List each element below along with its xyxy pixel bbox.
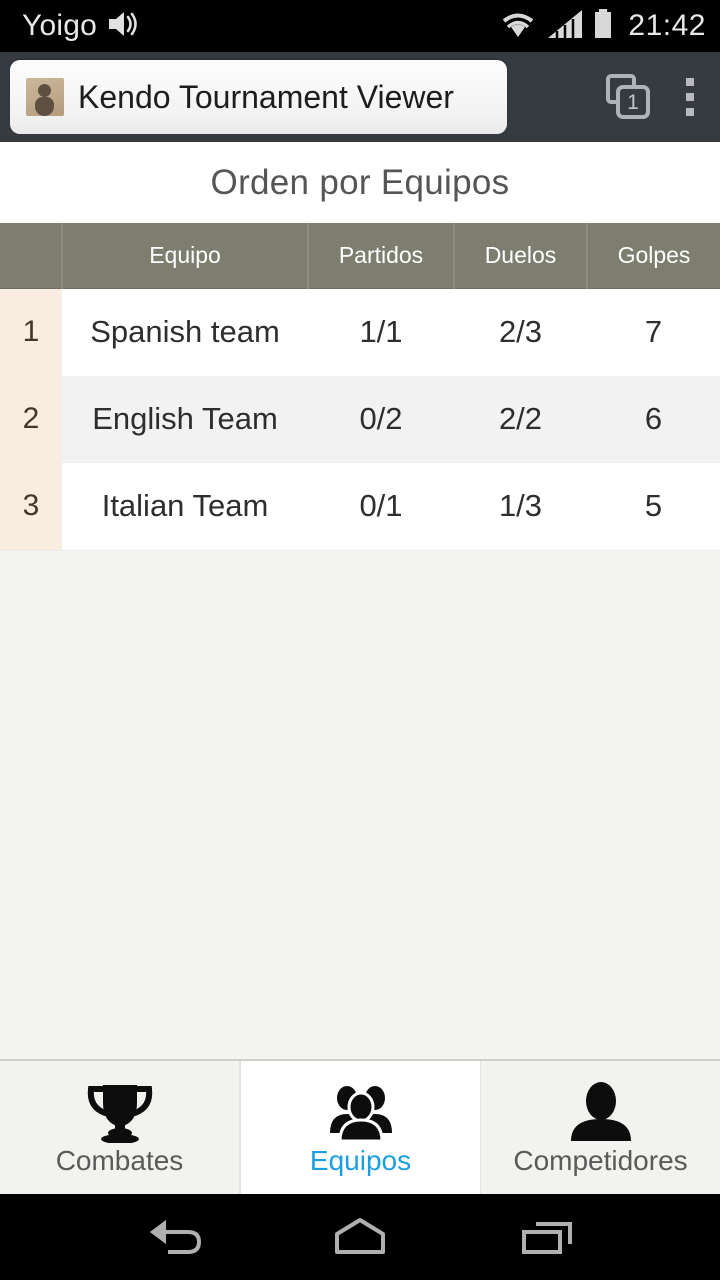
battery-icon <box>592 8 614 45</box>
table-body: 1Spanish team1/12/372English Team0/22/26… <box>0 288 720 550</box>
cell-matches: 1/1 <box>308 288 454 376</box>
cell-team: Italian Team <box>62 463 308 551</box>
status-bar-right: 21:42 <box>498 8 706 45</box>
cell-duels: 1/3 <box>454 463 587 551</box>
column-header-duels[interactable]: Duelos <box>454 223 587 288</box>
column-header-matches[interactable]: Partidos <box>308 223 454 288</box>
page-title: Orden por Equipos <box>211 163 510 203</box>
cell-team: Spanish team <box>62 288 308 376</box>
home-icon <box>329 1214 391 1260</box>
clock-label: 21:42 <box>628 9 706 43</box>
table-row[interactable]: 1Spanish team1/12/37 <box>0 288 720 376</box>
back-icon <box>142 1214 204 1260</box>
table-header-row: Equipo Partidos Duelos Golpes <box>0 223 720 288</box>
tab-count-label: 1 <box>616 85 650 119</box>
status-bar: Yoigo <box>0 0 720 52</box>
tabbar-item-equipos[interactable]: Equipos <box>240 1061 481 1194</box>
column-header-team[interactable]: Equipo <box>62 223 308 288</box>
trophy-icon <box>81 1081 159 1143</box>
recents-icon <box>516 1214 578 1260</box>
overflow-dot <box>686 78 694 86</box>
carrier-label: Yoigo <box>22 9 97 43</box>
overflow-dot <box>686 93 694 101</box>
web-viewport: Orden por Equipos Equipo Partidos Duelos… <box>0 142 720 1194</box>
tabbar-item-competidores[interactable]: Competidores <box>481 1061 720 1194</box>
page-header: Orden por Equipos <box>0 142 720 223</box>
kendo-favicon-icon <box>26 78 64 116</box>
signal-icon <box>546 8 584 45</box>
person-icon <box>563 1081 639 1143</box>
tabbar-item-combates[interactable]: Combates <box>0 1061 240 1194</box>
tabbar-label: Equipos <box>310 1147 411 1175</box>
wifi-icon <box>498 8 538 45</box>
nav-home-button[interactable] <box>315 1206 405 1268</box>
overflow-dot <box>686 108 694 116</box>
cell-matches: 0/1 <box>308 463 454 551</box>
cell-matches: 0/2 <box>308 376 454 463</box>
browser-chrome-actions: 1 <box>606 74 720 142</box>
table-row[interactable]: 2English Team0/22/26 <box>0 376 720 463</box>
phone-screen: Yoigo <box>0 0 720 1280</box>
speaker-icon <box>107 9 141 44</box>
column-header-rank[interactable] <box>0 223 62 288</box>
table-row[interactable]: 3Italian Team0/11/35 <box>0 463 720 551</box>
table-header: Equipo Partidos Duelos Golpes <box>0 223 720 288</box>
status-bar-left: Yoigo <box>22 9 141 44</box>
team-ranking-table: Equipo Partidos Duelos Golpes 1Spanish t… <box>0 223 720 551</box>
cell-duels: 2/2 <box>454 376 587 463</box>
page-empty-area <box>0 551 720 1060</box>
cell-hits: 6 <box>587 376 720 463</box>
android-nav-bar <box>0 1194 720 1280</box>
tabbar-label: Competidores <box>513 1147 687 1175</box>
tab-switcher-button[interactable]: 1 <box>606 74 652 120</box>
browser-tab-title: Kendo Tournament Viewer <box>78 79 454 116</box>
column-header-hits[interactable]: Golpes <box>587 223 720 288</box>
browser-chrome: Kendo Tournament Viewer 1 <box>0 52 720 142</box>
bottom-tab-bar: Combates Equipos Competidores <box>0 1059 720 1194</box>
cell-team: English Team <box>62 376 308 463</box>
cell-rank: 2 <box>0 376 62 463</box>
cell-hits: 7 <box>587 288 720 376</box>
group-icon <box>320 1081 402 1143</box>
cell-rank: 1 <box>0 288 62 376</box>
cell-duels: 2/3 <box>454 288 587 376</box>
overflow-menu-icon[interactable] <box>686 78 694 116</box>
browser-tab[interactable]: Kendo Tournament Viewer <box>10 60 507 134</box>
cell-rank: 3 <box>0 463 62 551</box>
nav-recents-button[interactable] <box>502 1206 592 1268</box>
nav-back-button[interactable] <box>128 1206 218 1268</box>
tabbar-label: Combates <box>56 1147 184 1175</box>
cell-hits: 5 <box>587 463 720 551</box>
